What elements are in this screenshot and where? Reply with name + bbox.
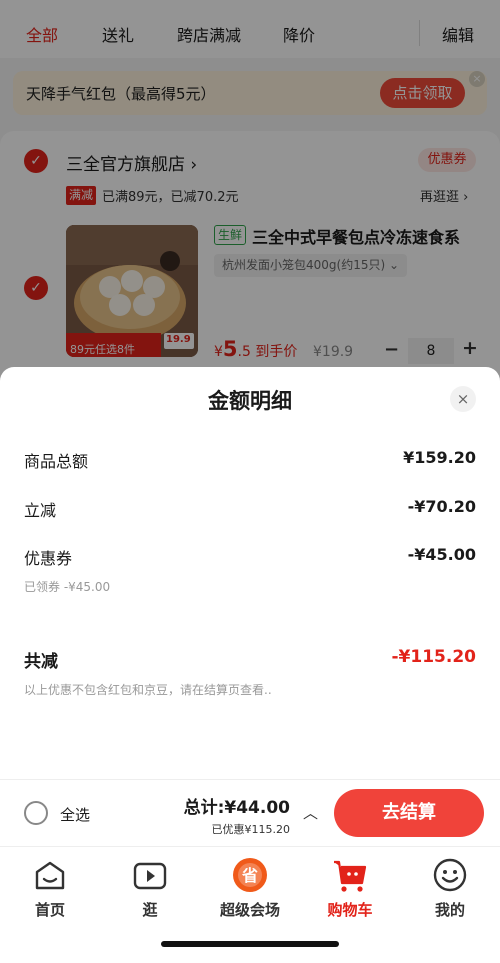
home-icon (35, 861, 65, 890)
select-all-label[interactable]: 全选 (60, 804, 90, 825)
tabbar-item-mine[interactable]: 我的 (400, 853, 500, 919)
instant-discount-label: 立减 (24, 501, 57, 520)
discount-note: 以上优惠不包含红包和京豆，请在结算页查看.. (24, 683, 272, 697)
select-all-checkbox[interactable] (24, 801, 48, 825)
tabbar-label-home: 首页 (34, 901, 65, 919)
home-indicator (161, 941, 339, 947)
close-icon[interactable]: × (450, 386, 476, 412)
total-reduction-label: 共减 (24, 652, 58, 672)
checkout-button[interactable]: 去结算 (334, 789, 484, 837)
tabbar-item-super-venue[interactable]: 省 超级会场 (200, 853, 300, 919)
checkout-bar: 全选 总计:¥44.00 已优惠¥115.20 ︿ 去结算 (0, 779, 500, 846)
tabbar-item-cart[interactable]: 购物车 (300, 853, 400, 919)
goods-total-label: 商品总额 (24, 452, 89, 471)
sheet-title: 金额明细 (208, 389, 292, 413)
goods-total-value: ¥159.20 (403, 448, 476, 467)
total-reduction-value: -¥115.20 (391, 647, 477, 667)
instant-discount-value: -¥70.20 (407, 497, 476, 516)
tabbar-label-super-venue: 超级会场 (219, 901, 280, 919)
cart-icon (334, 860, 367, 892)
tabbar-item-home[interactable]: 首页 (0, 853, 100, 919)
tabbar-label-mine: 我的 (434, 901, 465, 919)
super-venue-icon: 省 (233, 858, 267, 892)
tabbar-label-cart: 购物车 (327, 901, 373, 919)
total-discount: 已优惠¥115.20 (211, 823, 291, 836)
coupon-label: 优惠券 (24, 549, 73, 568)
smiley-icon (433, 858, 467, 892)
coupon-value: -¥45.00 (407, 545, 476, 564)
tabbar-label-browse: 逛 (142, 901, 158, 919)
chevron-up-icon[interactable]: ︿ (303, 802, 318, 823)
total-amount: 总计:¥44.00 (183, 798, 290, 818)
video-icon (133, 862, 167, 890)
svg-text:省: 省 (241, 866, 258, 885)
coupon-sub-text: 已领券 -¥45.00 (24, 580, 111, 594)
tabbar-item-browse[interactable]: 逛 (100, 853, 200, 919)
